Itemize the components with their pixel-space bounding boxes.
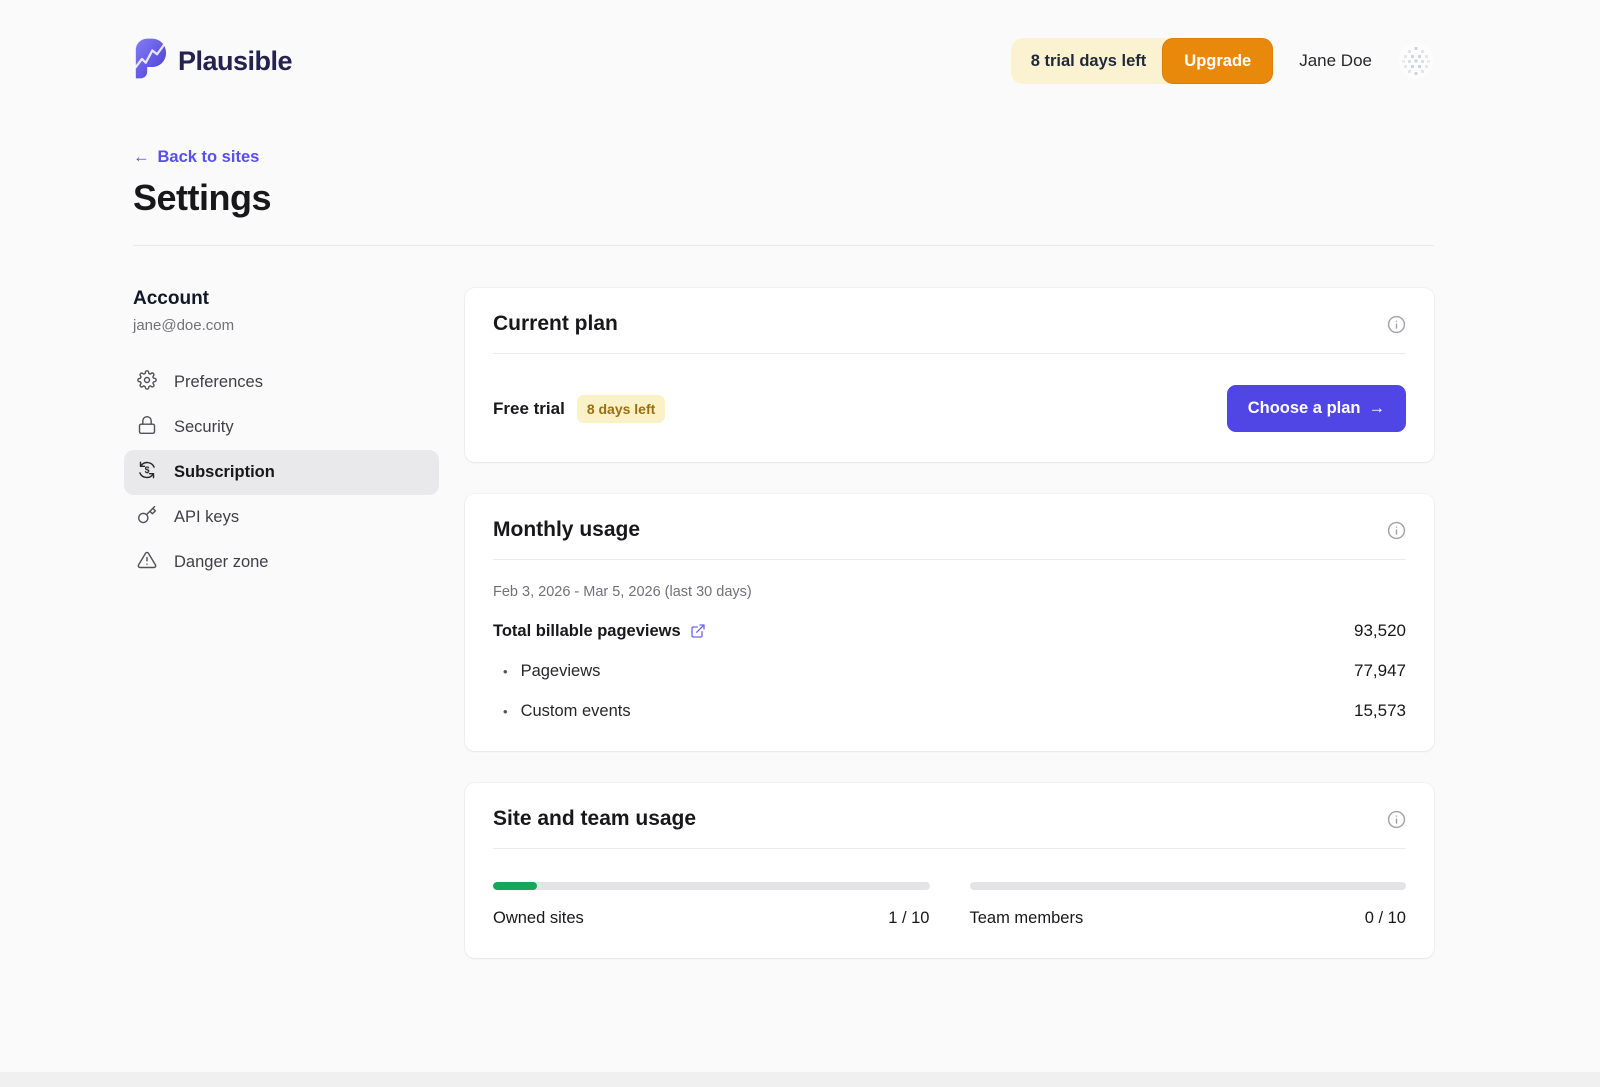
plan-name: Free trial xyxy=(493,399,565,419)
back-link-label: Back to sites xyxy=(158,148,260,167)
card-divider xyxy=(493,353,1406,354)
logo-text: Plausible xyxy=(178,46,292,77)
gear-icon xyxy=(137,370,157,395)
usage-row-custom-events: Custom events 15,573 xyxy=(493,701,1406,721)
usage-period: Feb 3, 2026 - Mar 5, 2026 (last 30 days) xyxy=(493,584,1406,600)
avatar[interactable] xyxy=(1398,43,1434,79)
key-icon xyxy=(137,505,157,530)
sidebar-nav: Preferences Security xyxy=(133,360,439,585)
current-plan-title: Current plan xyxy=(493,312,618,336)
progress-bar-track xyxy=(970,882,1407,890)
sidebar-item-label: Danger zone xyxy=(174,553,268,572)
back-to-sites-link[interactable]: ← Back to sites xyxy=(133,148,259,167)
custom-events-label: Custom events xyxy=(493,702,631,721)
sidebar-item-label: API keys xyxy=(174,508,239,527)
lock-icon xyxy=(137,415,157,440)
warning-icon xyxy=(137,550,157,575)
main-column: Current plan Free trial 8 days left Choo… xyxy=(465,288,1434,958)
external-link-icon[interactable] xyxy=(690,623,706,639)
dollar-refresh-icon: $ xyxy=(137,460,157,485)
total-billable-pageviews-value: 93,520 xyxy=(1354,621,1406,641)
owned-sites-label: Owned sites xyxy=(493,909,584,928)
team-members-value: 0 / 10 xyxy=(1365,909,1406,928)
page-title: Settings xyxy=(133,177,1434,219)
info-icon[interactable] xyxy=(1387,521,1406,540)
sidebar-item-label: Preferences xyxy=(174,373,263,392)
sidebar-item-preferences[interactable]: Preferences xyxy=(124,360,439,405)
current-plan-card: Current plan Free trial 8 days left Choo… xyxy=(465,288,1434,462)
monthly-usage-title: Monthly usage xyxy=(493,518,640,542)
user-name[interactable]: Jane Doe xyxy=(1299,51,1372,71)
pageviews-label: Pageviews xyxy=(493,662,600,681)
total-billable-pageviews-label: Total billable pageviews xyxy=(493,622,681,641)
sidebar-heading: Account xyxy=(133,288,439,310)
sidebar: Account jane@doe.com Preferences xyxy=(133,288,439,585)
card-divider xyxy=(493,848,1406,849)
upgrade-button[interactable]: Upgrade xyxy=(1162,38,1273,84)
sidebar-item-subscription[interactable]: $ Subscription xyxy=(124,450,439,495)
header: Plausible 8 trial days left Upgrade Jane… xyxy=(133,0,1434,84)
site-team-usage-title: Site and team usage xyxy=(493,807,696,831)
plausible-logo[interactable]: Plausible xyxy=(133,37,292,85)
sidebar-item-api-keys[interactable]: API keys xyxy=(124,495,439,540)
trial-banner: 8 trial days left Upgrade xyxy=(1011,38,1274,84)
usage-row-pageviews: Pageviews 77,947 xyxy=(493,661,1406,681)
sidebar-item-label: Security xyxy=(174,418,234,437)
custom-events-value: 15,573 xyxy=(1354,701,1406,721)
owned-sites-value: 1 / 10 xyxy=(888,909,929,928)
pageviews-value: 77,947 xyxy=(1354,661,1406,681)
page-divider xyxy=(133,245,1434,246)
svg-text:$: $ xyxy=(145,465,150,475)
team-members-meter: Team members 0 / 10 xyxy=(970,882,1407,928)
trial-days-text: 8 trial days left xyxy=(1031,52,1147,71)
owned-sites-meter: Owned sites 1 / 10 xyxy=(493,882,930,928)
team-members-label: Team members xyxy=(970,909,1084,928)
arrow-right-icon: → xyxy=(1369,399,1386,418)
choose-plan-button[interactable]: Choose a plan → xyxy=(1227,385,1406,432)
monthly-usage-card: Monthly usage Feb 3, 2026 - Mar 5, 2026 … xyxy=(465,494,1434,751)
info-icon[interactable] xyxy=(1387,810,1406,829)
plausible-logo-icon xyxy=(133,37,167,85)
bottom-strip xyxy=(0,1072,1600,1087)
card-divider xyxy=(493,559,1406,560)
days-left-badge: 8 days left xyxy=(577,395,665,423)
choose-plan-label: Choose a plan xyxy=(1248,399,1361,418)
sidebar-item-security[interactable]: Security xyxy=(124,405,439,450)
info-icon[interactable] xyxy=(1387,315,1406,334)
site-team-usage-card: Site and team usage Owned site xyxy=(465,783,1434,958)
back-arrow-icon: ← xyxy=(133,148,150,167)
account-email: jane@doe.com xyxy=(133,317,439,334)
page: Plausible 8 trial days left Upgrade Jane… xyxy=(133,0,1434,958)
progress-bar-fill xyxy=(493,882,537,890)
header-right: 8 trial days left Upgrade Jane Doe xyxy=(1011,38,1434,84)
sidebar-item-danger-zone[interactable]: Danger zone xyxy=(124,540,439,585)
progress-bar-track xyxy=(493,882,930,890)
sidebar-item-label: Subscription xyxy=(174,463,275,482)
